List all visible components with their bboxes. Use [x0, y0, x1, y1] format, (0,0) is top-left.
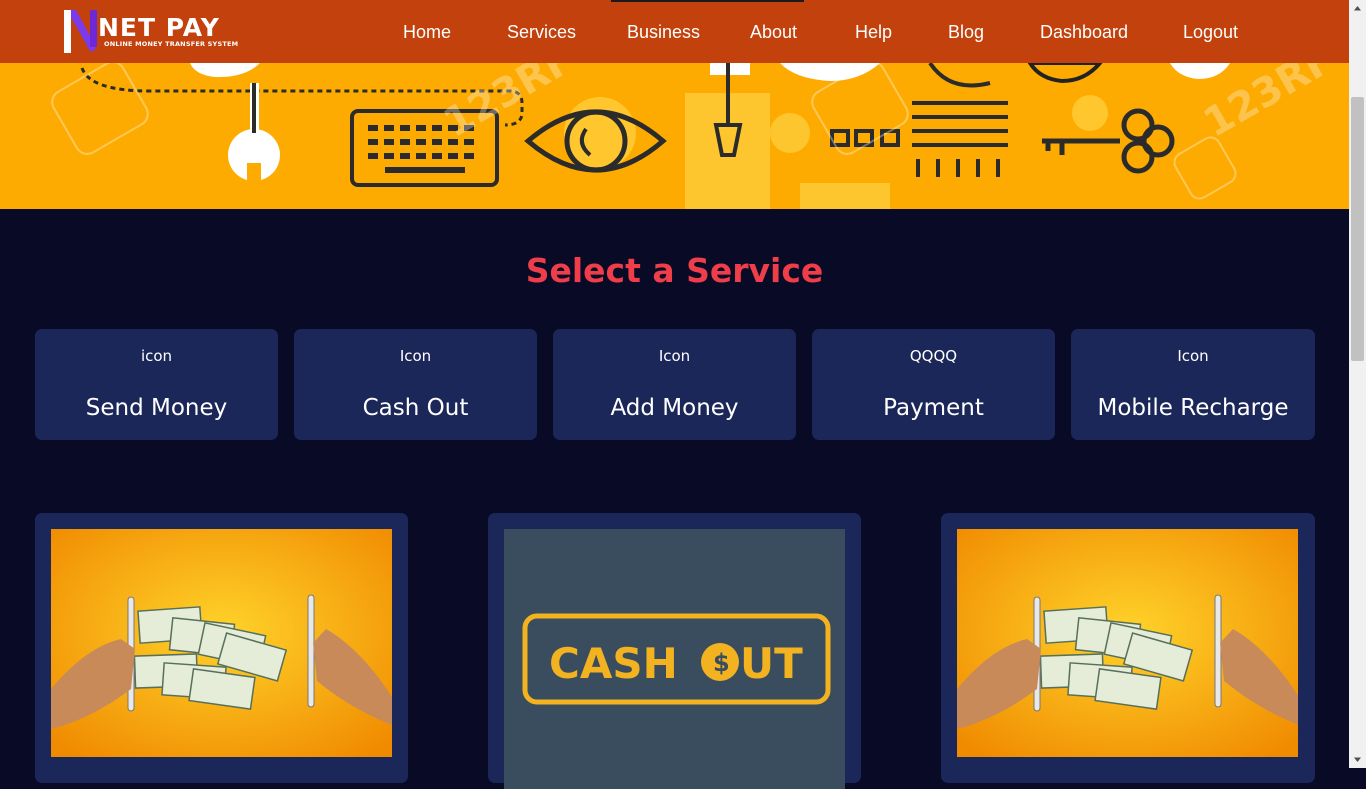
hero-illustration: 123RF 123RF — [51, 63, 1342, 209]
cash-out-image: CASH $ UT — [504, 529, 845, 789]
service-card-mobile-recharge[interactable]: Icon Mobile Recharge — [1071, 329, 1315, 440]
service-card-payment[interactable]: QQQQ Payment — [812, 329, 1055, 440]
nav-about[interactable]: About — [750, 20, 797, 44]
service-label: Payment — [883, 395, 984, 421]
top-navbar: NET PAY ONLINE MONEY TRANSFER SYSTEM Hom… — [0, 0, 1349, 63]
nav-logout[interactable]: Logout — [1183, 20, 1238, 44]
scroll-down-arrow-icon[interactable] — [1349, 751, 1366, 768]
scrollbar-thumb[interactable] — [1351, 97, 1364, 361]
service-icon: QQQQ — [909, 347, 958, 365]
service-label: Cash Out — [362, 395, 469, 421]
netpay-logo-icon — [64, 10, 97, 53]
service-card-add-money[interactable]: Icon Add Money — [553, 329, 796, 440]
nav-help[interactable]: Help — [855, 20, 892, 44]
watermark-text-1: 123RF — [436, 63, 582, 147]
watermark-text-2: 123RF — [1196, 63, 1342, 147]
service-card-cash-out[interactable]: Icon Cash Out — [294, 329, 537, 440]
nav-dashboard[interactable]: Dashboard — [1040, 20, 1128, 44]
brand-tagline: ONLINE MONEY TRANSFER SYSTEM — [104, 40, 239, 48]
service-card-send-money[interactable]: icon Send Money — [35, 329, 278, 440]
service-icon: icon — [140, 347, 173, 365]
service-icon: Icon — [658, 347, 691, 365]
hero-banner: 123RF 123RF — [0, 63, 1349, 209]
service-icon: Icon — [1177, 347, 1209, 365]
nav-home[interactable]: Home — [403, 20, 451, 44]
service-icon: Icon — [399, 347, 432, 365]
cash-out-text-2: UT — [740, 639, 803, 688]
service-label: Mobile Recharge — [1097, 395, 1289, 421]
scroll-up-arrow-icon[interactable] — [1349, 0, 1366, 17]
feature-card-cash-out[interactable]: CASH $ UT — [488, 513, 861, 789]
feature-card-send-money[interactable] — [35, 513, 408, 783]
nav-business[interactable]: Business — [627, 20, 700, 44]
service-label: Send Money — [85, 395, 228, 421]
add-money-image — [957, 529, 1298, 757]
cash-out-text: CASH — [549, 639, 678, 688]
nav-blog[interactable]: Blog — [948, 20, 984, 44]
section-title: Select a Service — [525, 251, 824, 290]
nav-top-indicator — [611, 0, 804, 2]
send-money-image — [51, 529, 392, 757]
feature-card-add-money[interactable] — [941, 513, 1315, 783]
service-label: Add Money — [610, 395, 739, 421]
brand-title: NET PAY — [98, 13, 220, 42]
brand-logo[interactable]: NET PAY ONLINE MONEY TRANSFER SYSTEM — [62, 7, 242, 53]
coin-symbol: $ — [713, 649, 730, 677]
nav-services[interactable]: Services — [507, 20, 576, 44]
